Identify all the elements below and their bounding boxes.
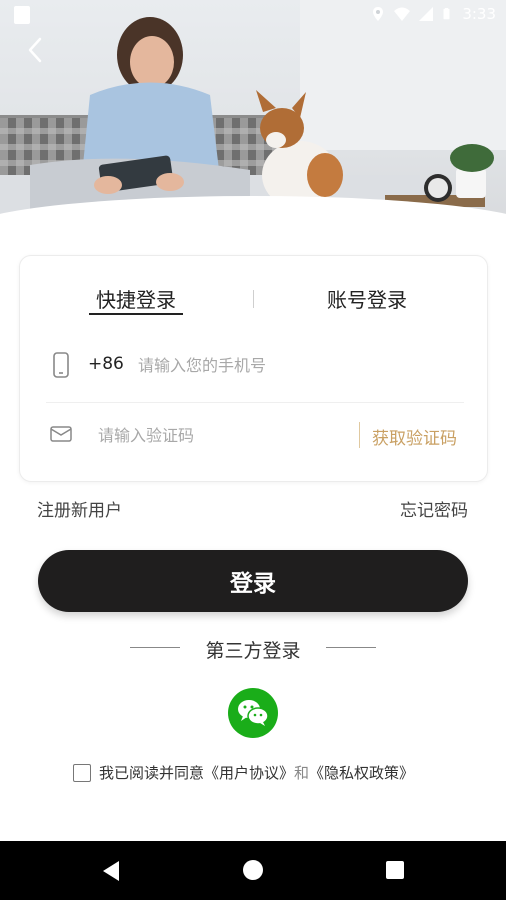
home-circle-icon[interactable] (243, 860, 263, 880)
tab-divider (253, 290, 254, 308)
tab-account-login[interactable]: 账号登录 (327, 284, 407, 313)
active-tab-indicator (89, 313, 183, 315)
wechat-login-button[interactable] (228, 688, 278, 738)
phone-icon (53, 352, 69, 378)
back-triangle-icon[interactable] (101, 860, 121, 882)
back-button[interactable] (22, 36, 50, 64)
agreement-checkbox[interactable] (73, 763, 91, 782)
code-separator (359, 422, 360, 448)
verification-code-input[interactable] (98, 418, 348, 452)
wifi-icon (394, 7, 411, 21)
register-link[interactable]: 注册新用户 (37, 496, 122, 521)
recents-square-icon[interactable] (386, 861, 404, 879)
status-bar: 3:33 (0, 0, 506, 30)
mail-icon (50, 426, 72, 442)
divider-line-right (326, 647, 376, 648)
tab-quick-login[interactable]: 快捷登录 (96, 284, 176, 313)
user-agreement-link[interactable]: 《用户协议》 (204, 762, 294, 783)
country-code[interactable]: +86 (88, 354, 124, 374)
clock-time: 3:33 (462, 5, 496, 23)
signal-icon (419, 7, 434, 21)
login-button[interactable]: 登录 (38, 550, 468, 612)
privacy-policy-link[interactable]: 《隐私权政策》 (309, 762, 414, 783)
status-icons: 3:33 (370, 5, 496, 23)
agreement-row: 我已阅读并同意 《用户协议》 和 《隐私权政策》 (73, 762, 414, 783)
agreement-and: 和 (294, 764, 310, 782)
code-row: 获取验证码 (50, 418, 464, 452)
get-code-button[interactable]: 获取验证码 (372, 424, 457, 449)
chevron-left-icon (28, 37, 42, 63)
battery-icon (443, 8, 450, 20)
hero-banner (0, 0, 506, 240)
phone-input[interactable] (138, 348, 438, 382)
sim-card-icon (14, 6, 30, 24)
phone-row: +86 (50, 348, 464, 382)
third-party-title: 第三方登录 (205, 640, 301, 662)
agreement-prefix: 我已阅读并同意 (99, 764, 205, 782)
hero-curve (0, 196, 506, 240)
system-nav-bar (0, 841, 506, 900)
location-icon (373, 7, 384, 21)
login-card: 快捷登录 账号登录 +86 获取验证码 (19, 255, 488, 482)
wechat-icon (238, 700, 269, 726)
forgot-password-link[interactable]: 忘记密码 (400, 496, 468, 521)
field-divider (46, 402, 464, 403)
